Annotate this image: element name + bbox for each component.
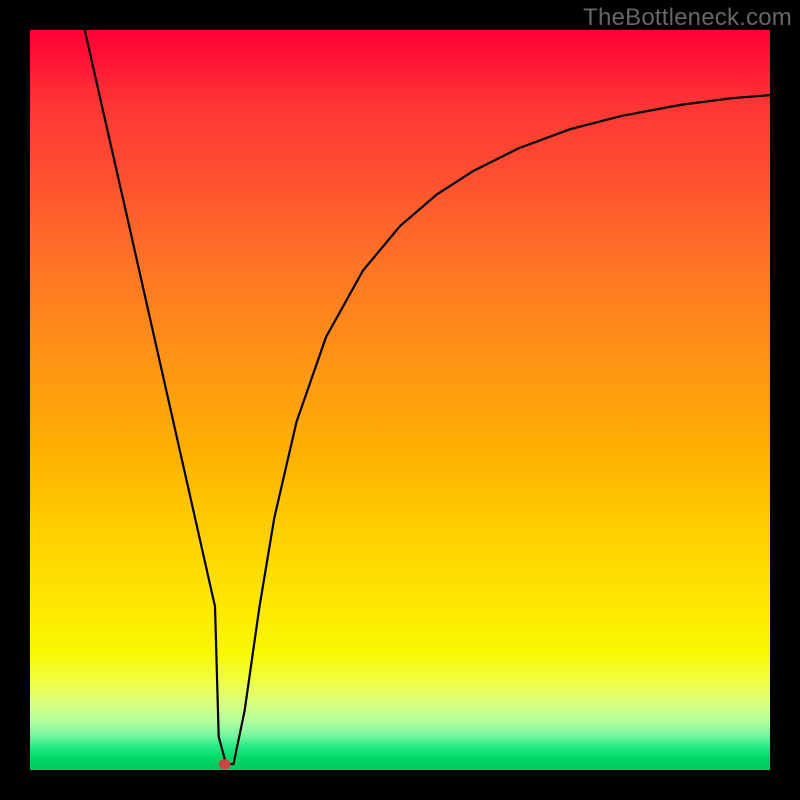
background-gradient xyxy=(30,30,770,770)
plot-area xyxy=(30,30,770,770)
watermark-text: TheBottleneck.com xyxy=(583,4,792,32)
chart-frame: TheBottleneck.com xyxy=(0,0,800,800)
